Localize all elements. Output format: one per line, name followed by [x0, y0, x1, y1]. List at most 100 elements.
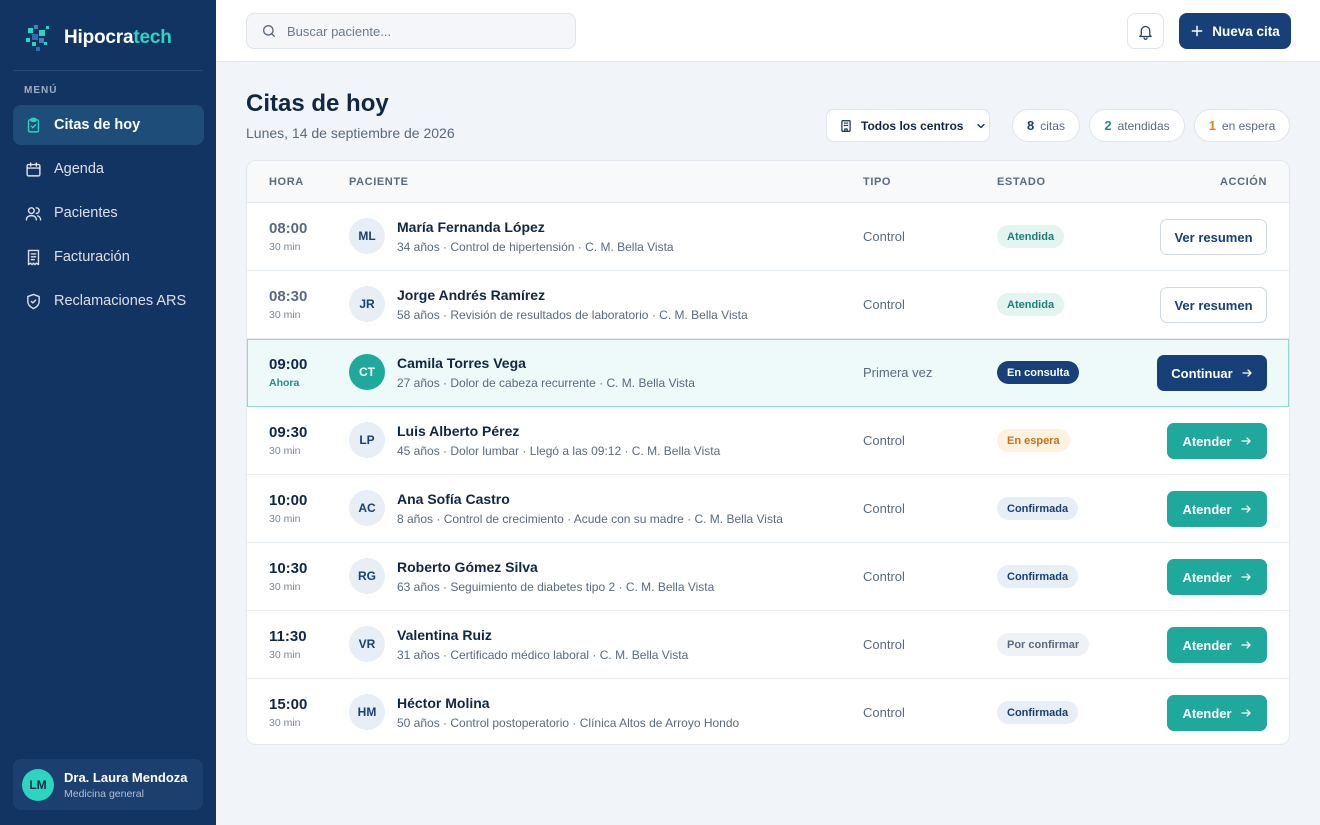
appointment-type: Control: [863, 433, 905, 448]
stat-value: 1: [1208, 118, 1216, 133]
action-label: Ver resumen: [1174, 297, 1253, 313]
status-badge: Atendida: [997, 293, 1065, 316]
arrow-right-icon: [1240, 709, 1251, 717]
table-row[interactable]: 10:00 30 min AC Ana Sofía Castro 8 años …: [247, 475, 1289, 543]
sidebar-item-label: Pacientes: [54, 205, 118, 221]
patient-name[interactable]: Ana Sofía Castro: [397, 491, 510, 507]
attend-button[interactable]: Atender: [1167, 695, 1267, 731]
arrow-right-icon: [1242, 369, 1252, 377]
table-row[interactable]: 11:30 30 min VR Valentina Ruiz 31 años ·…: [247, 611, 1289, 679]
sidebar-item-agenda[interactable]: Agenda: [13, 149, 204, 189]
patient-name[interactable]: Jorge Andrés Ramírez: [397, 287, 545, 303]
table-row[interactable]: 08:00 30 min ML María Fernanda López 34 …: [247, 203, 1289, 271]
appointment-type: Control: [863, 705, 905, 720]
patient-details: 45 años · Dolor lumbar · Llegó a las 09:…: [397, 444, 721, 458]
appointment-time: 10:00: [269, 492, 308, 509]
status-badge: Por confirmar: [997, 633, 1090, 656]
status-badge: Confirmada: [997, 497, 1079, 520]
appointment-time: 08:30: [269, 288, 308, 305]
continue-button[interactable]: Continuar: [1157, 355, 1267, 391]
patient-avatar: ML: [349, 218, 385, 254]
attend-button[interactable]: Atender: [1167, 627, 1267, 663]
action-label: Atender: [1182, 501, 1232, 517]
stat-value: 8: [1027, 118, 1035, 133]
appointment-time: 10:30: [269, 560, 308, 577]
patient-avatar: RG: [349, 558, 385, 594]
search-icon: [263, 25, 275, 37]
patient-name[interactable]: Roberto Gómez Silva: [397, 559, 538, 575]
appointment-duration: 30 min: [269, 717, 301, 729]
view-summary-button[interactable]: Ver resumen: [1160, 287, 1267, 323]
appointment-time: 09:00: [269, 356, 308, 373]
sidebar-item-label: Facturación: [54, 249, 130, 265]
stat-en-espera: 1 en espera: [1194, 109, 1290, 142]
user-role: Medicina general: [64, 787, 144, 800]
notifications-button[interactable]: [1127, 13, 1164, 49]
status-badge: En espera: [997, 429, 1070, 452]
stat-atendidas: 2 atendidas: [1089, 109, 1185, 142]
table-row[interactable]: 09:30 30 min LP Luis Alberto Pérez 45 añ…: [247, 407, 1289, 475]
sidebar-item-facturacion[interactable]: Facturación: [13, 237, 204, 277]
sidebar-item-label: Reclamaciones ARS: [54, 293, 187, 309]
patient-avatar: LP: [349, 422, 385, 458]
appointment-duration: 30 min: [269, 241, 301, 253]
table-row[interactable]: 10:30 30 min RG Roberto Gómez Silva 63 a…: [247, 543, 1289, 611]
chevron-down-icon: [977, 123, 986, 128]
appointment-now-label: Ahora: [269, 377, 300, 389]
new-appointment-label: Nueva cita: [1212, 23, 1280, 39]
appointment-time: 15:00: [269, 696, 308, 713]
action-label: Atender: [1182, 433, 1232, 449]
appointment-duration: 30 min: [269, 581, 301, 593]
center-filter-dropdown[interactable]: Todos los centros: [826, 109, 990, 142]
patient-name[interactable]: Héctor Molina: [397, 695, 490, 711]
users-icon: [25, 206, 42, 221]
user-name: Dra. Laura Mendoza: [64, 769, 188, 785]
divider: [14, 70, 202, 71]
attend-button[interactable]: Atender: [1167, 559, 1267, 595]
sidebar-item-reclamaciones-ars[interactable]: Reclamaciones ARS: [13, 281, 204, 321]
patient-name[interactable]: Valentina Ruiz: [397, 627, 492, 643]
column-header-estado: ESTADO: [997, 176, 1046, 188]
new-appointment-button[interactable]: Nueva cita: [1179, 13, 1291, 49]
action-label: Atender: [1182, 569, 1232, 585]
table-row[interactable]: 15:00 30 min HM Héctor Molina 50 años · …: [247, 679, 1289, 744]
brand-name: Hipocratech: [64, 27, 172, 48]
patient-name[interactable]: Luis Alberto Pérez: [397, 423, 519, 439]
table-header: HORA PACIENTE TIPO ESTADO ACCIÓN: [247, 161, 1289, 203]
patient-avatar: HM: [349, 694, 385, 730]
appointment-duration: 30 min: [269, 445, 301, 457]
shield-icon: [27, 293, 40, 309]
page-date: Lunes, 14 de septiembre de 2026: [246, 125, 455, 141]
arrow-right-icon: [1240, 505, 1251, 513]
action-label: Continuar: [1171, 365, 1233, 381]
attend-button[interactable]: Atender: [1167, 491, 1267, 527]
sidebar-item-pacientes[interactable]: Pacientes: [13, 193, 204, 233]
arrow-right-icon: [1240, 641, 1251, 649]
table-row-current[interactable]: 09:00 Ahora CT Camila Torres Vega 27 año…: [247, 339, 1289, 407]
table-row[interactable]: 08:30 30 min JR Jorge Andrés Ramírez 58 …: [247, 271, 1289, 339]
view-summary-button[interactable]: Ver resumen: [1160, 219, 1267, 255]
patient-avatar: JR: [349, 286, 385, 322]
stat-label: en espera: [1221, 118, 1276, 133]
patient-name[interactable]: María Fernanda López: [397, 219, 545, 235]
stat-value: 2: [1104, 118, 1112, 133]
attend-button[interactable]: Atender: [1167, 423, 1267, 459]
center-filter-value: Todos los centros: [861, 118, 964, 133]
sidebar-item-citas-de-hoy[interactable]: Citas de hoy: [13, 105, 204, 145]
receipt-icon: [27, 249, 40, 265]
brand[interactable]: Hipocratech: [24, 22, 172, 54]
search-box: [246, 13, 576, 49]
avatar: LM: [22, 768, 54, 801]
patient-avatar: AC: [349, 490, 385, 526]
appointment-type: Control: [863, 297, 905, 312]
appointment-type: Control: [863, 501, 905, 516]
patient-name[interactable]: Camila Torres Vega: [397, 355, 526, 371]
sidebar-nav: Citas de hoy Agenda Pacientes Facturació…: [13, 105, 204, 325]
patient-details: 31 años · Certificado médico laboral · C…: [397, 648, 689, 662]
menu-heading: MENÚ: [24, 85, 58, 96]
appointment-duration: 30 min: [269, 649, 301, 661]
search-input[interactable]: [287, 23, 557, 39]
user-card[interactable]: LM Dra. Laura Mendoza Medicina general: [13, 759, 203, 810]
arrow-right-icon: [1240, 573, 1251, 581]
calendar-icon: [26, 161, 41, 177]
